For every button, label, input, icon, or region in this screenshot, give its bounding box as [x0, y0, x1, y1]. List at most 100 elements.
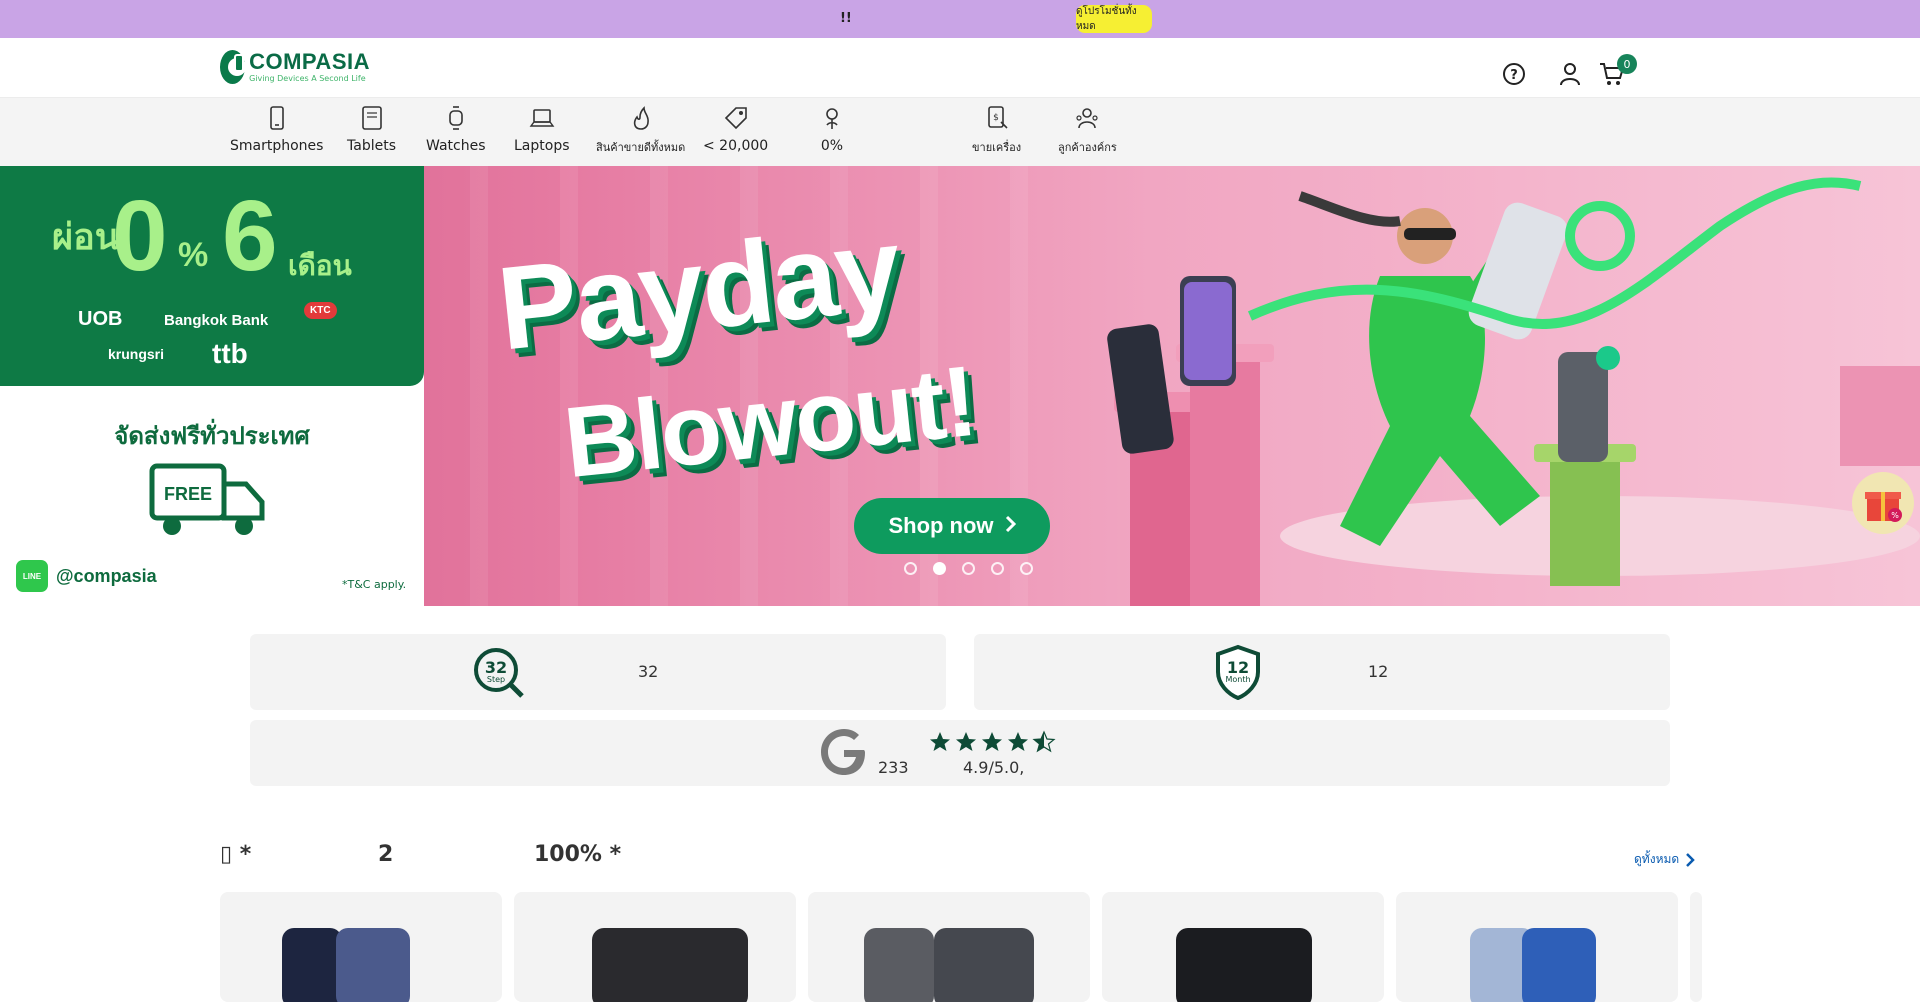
chevron-right-icon: [1004, 513, 1016, 539]
nav-zero-percent[interactable]: 0%: [818, 104, 846, 154]
nav-label: Watches: [426, 138, 486, 154]
product-card[interactable]: [514, 892, 796, 1002]
hero-headline-2: Blowout!: [559, 344, 981, 500]
product-image-screen: [934, 928, 1034, 1002]
shop-now-label: Shop now: [888, 513, 994, 538]
warranty-feature: 12 Month 12: [974, 634, 1670, 710]
announcement-message: !!: [840, 11, 852, 26]
hero-banner[interactable]: Payday Blowout! Shop now ผ่อน 0 % 6 เดือ…: [0, 166, 1920, 606]
rating-stars: [928, 730, 1056, 754]
installment-prefix: ผ่อน: [52, 216, 120, 257]
nav-bestsellers[interactable]: สินค้าขายดีทั้งหมด: [596, 104, 685, 156]
logo-tagline: Giving Devices A Second Life: [249, 74, 366, 83]
gift-promo-icon[interactable]: %: [1852, 472, 1914, 534]
svg-text:?: ?: [1510, 68, 1518, 83]
nav-trade-in[interactable]: $ ขายเครื่อง: [972, 104, 1021, 156]
carousel-dot-active[interactable]: [933, 562, 946, 575]
inspection-badge-icon: 32 Step: [474, 648, 524, 698]
section-title-part-1: ▯ *: [220, 842, 252, 867]
cart-count-badge: 0: [1617, 54, 1637, 74]
product-image: [592, 928, 748, 1002]
user-icon[interactable]: [1556, 60, 1584, 88]
shop-now-button[interactable]: Shop now: [854, 498, 1050, 554]
warranty-badge-sub: Month: [1225, 675, 1250, 684]
carousel-dots: [904, 562, 1033, 575]
logo-name: COMPASIA: [249, 49, 370, 74]
line-contact[interactable]: LINE @compasia: [16, 560, 157, 592]
nav-laptops[interactable]: Laptops: [514, 104, 570, 154]
section-title-part-2: 2: [378, 842, 394, 867]
svg-text:%: %: [1891, 511, 1899, 520]
announcement-cta-button[interactable]: ดูโปรโมชั่นทั้งหมด: [1076, 5, 1152, 33]
product-image: [864, 928, 934, 1002]
promo-side-panel[interactable]: ผ่อน 0 % 6 เดือน UOB Bangkok Bank KTC kr…: [0, 166, 424, 606]
business-icon: [1076, 108, 1099, 129]
truck-free-label: FREE: [164, 484, 212, 504]
bank-ktc: KTC: [304, 302, 337, 319]
product-card[interactable]: [808, 892, 1090, 1002]
nav-label: Smartphones: [230, 138, 324, 154]
nav-label: 0%: [820, 138, 844, 154]
inspection-text: 32: [638, 662, 659, 681]
warranty-shield-icon: 12 Month: [1216, 644, 1260, 700]
product-card[interactable]: [1396, 892, 1678, 1002]
product-image-screen: [336, 928, 410, 1002]
tablet-icon: [361, 106, 382, 130]
installment-months: 6: [222, 180, 278, 292]
free-shipping-text: จัดส่งฟรีทั่วประเทศ: [114, 423, 310, 450]
inspection-badge-sub: Step: [487, 675, 505, 684]
bank-bangkok: Bangkok Bank: [164, 312, 269, 329]
svg-text:$: $: [993, 113, 999, 123]
category-nav: Smartphones Tablets Watches Laptops สินค…: [0, 98, 1920, 166]
see-all-label: ดูทั้งหมด: [1634, 852, 1680, 866]
google-reviews-feature[interactable]: 233 4.9/5.0,: [250, 720, 1670, 786]
line-icon: LINE: [16, 560, 48, 592]
nav-label: ขายเครื่อง: [972, 141, 1022, 154]
nav-label: ลูกค้าองค์กร: [1058, 141, 1117, 154]
half-star-icon: [1032, 730, 1056, 753]
installment-icon: [826, 108, 838, 129]
logo-power-icon: [220, 50, 247, 84]
carousel-dot[interactable]: [1020, 562, 1033, 575]
terms-note: *T&C apply.: [342, 578, 407, 591]
nav-tablets[interactable]: Tablets: [347, 104, 396, 154]
nav-label: สินค้าขายดีทั้งหมด: [596, 141, 686, 154]
google-icon: [821, 729, 865, 775]
review-rating: 4.9/5.0,: [963, 758, 1025, 777]
product-card-peek[interactable]: [1690, 892, 1702, 1002]
star-icon: [956, 732, 976, 751]
see-all-link[interactable]: ดูทั้งหมด: [1634, 850, 1695, 869]
nav-label: < 20,000: [703, 138, 769, 154]
laptop-icon: [529, 109, 555, 127]
nav-watches[interactable]: Watches: [426, 104, 486, 154]
price-tag-icon: [724, 107, 747, 130]
chevron-right-icon: [1686, 852, 1695, 867]
product-card[interactable]: [1102, 892, 1384, 1002]
nav-label: Tablets: [347, 138, 396, 154]
bank-krungsri: krungsri: [108, 346, 165, 362]
carousel-dot[interactable]: [962, 562, 975, 575]
installment-unit: เดือน: [288, 250, 352, 281]
carousel-dot[interactable]: [904, 562, 917, 575]
bank-ttb: ttb: [212, 338, 248, 369]
inspection-feature: 32 Step 32: [250, 634, 946, 710]
compasia-logo[interactable]: COMPASIA Giving Devices A Second Life: [220, 48, 370, 86]
product-card[interactable]: [220, 892, 502, 1002]
installment-pct: %: [178, 236, 209, 274]
help-icon[interactable]: ?: [1500, 60, 1528, 88]
flame-icon: [633, 106, 649, 130]
nav-business[interactable]: ลูกค้าองค์กร: [1058, 104, 1117, 156]
section-title-part-3: 100% *: [534, 842, 622, 867]
star-icon: [982, 732, 1002, 751]
installment-rate: 0: [112, 180, 168, 292]
site-header: COMPASIA Giving Devices A Second Life ? …: [0, 38, 1920, 98]
nav-smartphones[interactable]: Smartphones: [230, 104, 323, 154]
announcement-bar: !! ดูโปรโมชั่นทั้งหมด: [0, 0, 1920, 38]
carousel-dot[interactable]: [991, 562, 1004, 575]
nav-label: Laptops: [514, 138, 570, 154]
nav-under-20000[interactable]: < 20,000: [703, 104, 768, 154]
line-id-text: @compasia: [56, 565, 157, 586]
product-image: [1176, 928, 1312, 1002]
product-image-screen: [1522, 928, 1596, 1002]
product-image: [282, 928, 342, 1002]
